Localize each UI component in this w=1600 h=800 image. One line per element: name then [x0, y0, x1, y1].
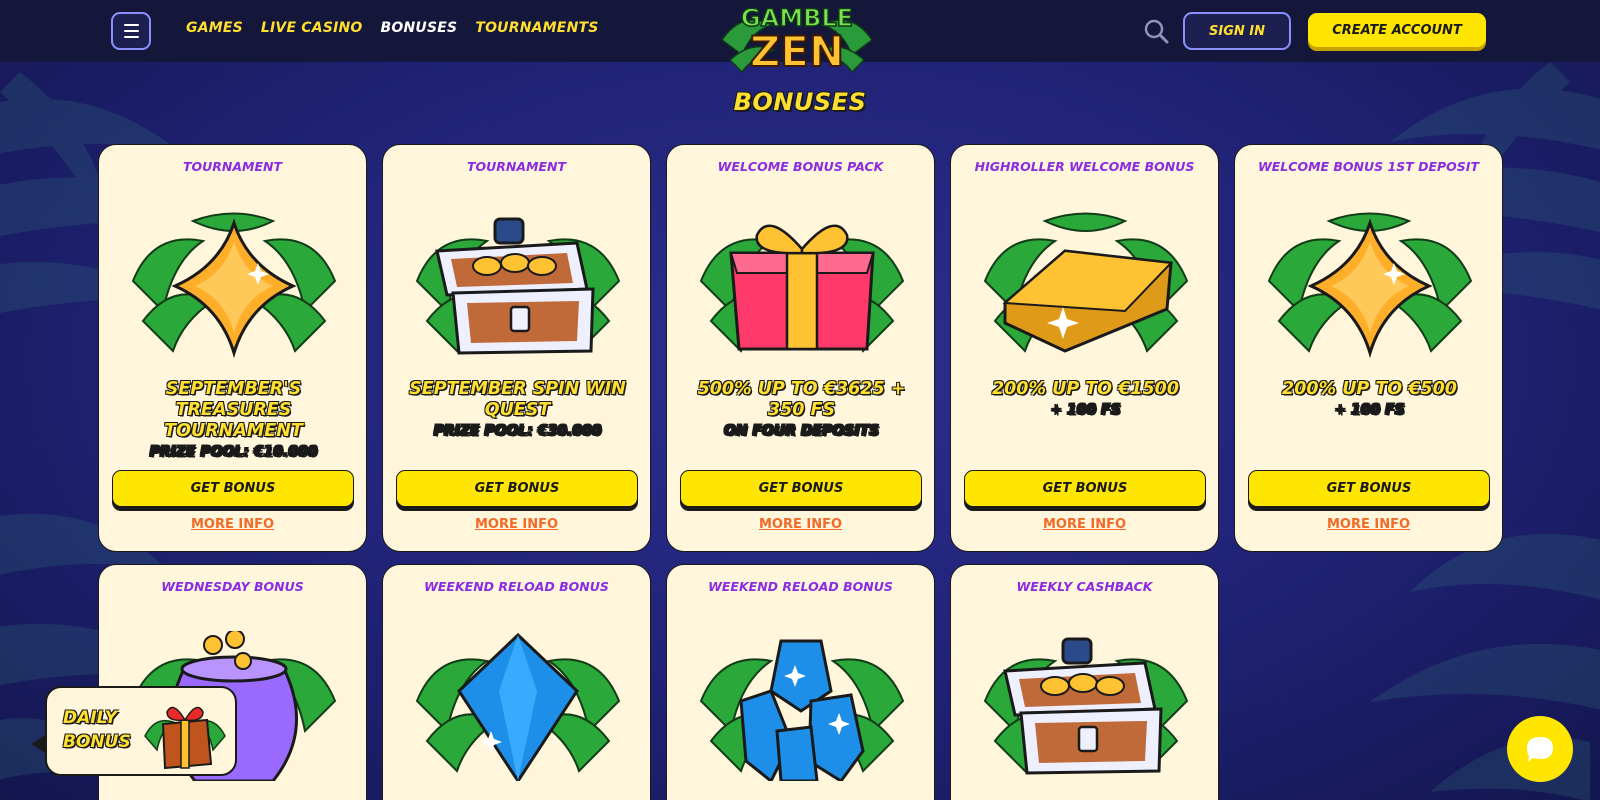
blue-gem-icon — [415, 632, 621, 781]
page-title: BONUSES — [733, 88, 867, 116]
bonus-category: WELCOME BONUS PACK — [717, 159, 884, 174]
star-gem-icon — [1267, 212, 1473, 359]
logo-text-bottom: ZEN — [750, 27, 844, 76]
bonus-card: WEEKEND RELOAD BONUS — [666, 564, 935, 800]
create-account-button[interactable]: CREATE ACCOUNT — [1308, 13, 1486, 47]
nav-bonuses-link[interactable]: BONUSES — [381, 20, 458, 36]
nav-games-link[interactable]: GAMES — [186, 20, 243, 36]
bonus-category: WEEKEND RELOAD BONUS — [424, 579, 609, 594]
bonus-subtitle: + 100 FS — [1050, 402, 1121, 418]
get-bonus-button[interactable]: GET BONUS — [1248, 470, 1490, 507]
nav-tournaments-link[interactable]: TOURNAMENTS — [475, 20, 598, 36]
bonus-subtitle: + 100 FS — [1334, 402, 1405, 418]
search-icon[interactable] — [1143, 18, 1169, 44]
more-info-link[interactable]: MORE INFO — [951, 517, 1218, 532]
star-gem-icon — [131, 212, 337, 359]
bonus-title: 200% UP TO €500 + 100 FS — [1247, 379, 1492, 420]
bonus-card: WEEKEND RELOAD BONUS — [382, 564, 651, 800]
bonus-category: WELCOME BONUS 1ST DEPOSIT — [1257, 159, 1479, 174]
live-chat-button[interactable] — [1507, 716, 1573, 782]
bonus-card: WELCOME BONUS 1ST DEPOSIT 200% UP TO €50… — [1234, 144, 1503, 552]
get-bonus-button[interactable]: GET BONUS — [396, 470, 638, 507]
bonus-card: WEEKLY CASHBACK — [950, 564, 1219, 800]
speech-bubble-tail — [31, 734, 47, 754]
gift-icon — [144, 706, 226, 770]
bonus-title-text: 500% UP TO €3625 + 350 FS — [697, 379, 906, 420]
bonus-subtitle: Prize Pool: €10.000 — [149, 444, 318, 460]
get-bonus-button[interactable]: GET BONUS — [964, 470, 1206, 507]
hamburger-line — [123, 24, 139, 26]
blue-crystals-icon — [699, 639, 905, 781]
bonus-card: TOURNAMENT SEPTEMBER SPIN WIN QUEST Priz… — [382, 144, 651, 552]
more-info-link[interactable]: MORE INFO — [99, 517, 366, 532]
bonus-card: WELCOME BONUS PACK 500% UP TO €3625 + 35… — [666, 144, 935, 552]
hamburger-line — [123, 30, 139, 32]
bonus-subtitle: On Four Deposits — [723, 423, 880, 439]
chat-bubble-icon — [1527, 737, 1553, 762]
bonus-title-text: SEPTEMBER'S TREASURES TOURNAMENT — [164, 379, 303, 441]
bonus-category: WEEKLY CASHBACK — [1016, 579, 1153, 594]
main-nav: GAMES LIVE CASINO BONUSES TOURNAMENTS — [186, 20, 599, 36]
sign-in-button[interactable]: SIGN IN — [1183, 12, 1291, 50]
treasure-chest-icon — [415, 217, 621, 355]
bonus-category: WEEKEND RELOAD BONUS — [708, 579, 893, 594]
bonus-category: WEDNESDAY BONUS — [161, 579, 304, 594]
get-bonus-button[interactable]: GET BONUS — [680, 470, 922, 507]
bonus-category: HIGHROLLER WELCOME BONUS — [974, 159, 1195, 174]
top-navigation-bar: GAMES LIVE CASINO BONUSES TOURNAMENTS GA… — [0, 0, 1600, 77]
more-info-link[interactable]: MORE INFO — [667, 517, 934, 532]
bonus-card: HIGHROLLER WELCOME BONUS 200% UP TO €150… — [950, 144, 1219, 552]
bonus-title: 200% UP TO €1500 + 100 FS — [963, 379, 1208, 420]
bonus-category: TOURNAMENT — [182, 159, 283, 174]
bonus-title-text: SEPTEMBER SPIN WIN QUEST — [409, 379, 626, 420]
get-bonus-button[interactable]: GET BONUS — [112, 470, 354, 507]
bonus-title-text: 200% UP TO €1500 — [991, 379, 1180, 399]
daily-bonus-widget[interactable]: DAILY BONUS — [31, 686, 237, 776]
more-info-link[interactable]: MORE INFO — [383, 517, 650, 532]
bonus-subtitle: Prize Pool: €30.000 — [433, 423, 602, 439]
gift-box-icon — [699, 224, 905, 353]
gold-bar-icon — [983, 212, 1189, 353]
hamburger-line — [123, 36, 139, 38]
bonus-title-text: 200% UP TO €500 — [1282, 379, 1457, 399]
daily-bonus-label: DAILY BONUS — [63, 708, 131, 752]
treasure-chest-icon — [983, 637, 1189, 775]
bonus-title: SEPTEMBER'S TREASURES TOURNAMENT Prize P… — [111, 379, 356, 462]
nav-live-casino-link[interactable]: LIVE CASINO — [261, 20, 363, 36]
bonus-title: SEPTEMBER SPIN WIN QUEST Prize Pool: €30… — [395, 379, 640, 441]
gamble-zen-logo[interactable]: GAMBLE ZEN — [712, 0, 882, 80]
more-info-link[interactable]: MORE INFO — [1235, 517, 1502, 532]
bonus-card: TOURNAMENT SEPTEMBER'S TREASURES TOURNAM… — [98, 144, 367, 552]
bonus-title: 500% UP TO €3625 + 350 FS On Four Deposi… — [679, 379, 924, 441]
bonus-category: TOURNAMENT — [466, 159, 567, 174]
hamburger-menu-button[interactable] — [111, 12, 151, 50]
